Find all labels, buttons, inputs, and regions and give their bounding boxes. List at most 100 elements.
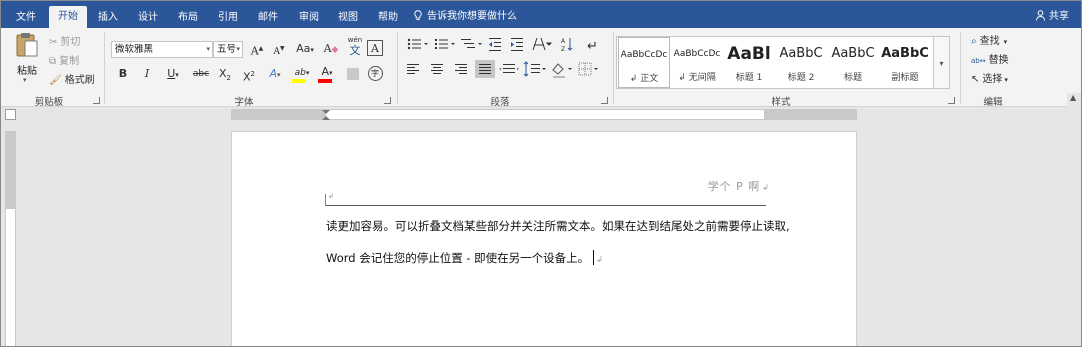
strikethrough-icon[interactable]: abc [189, 65, 213, 83]
text-effects-icon[interactable]: A▾ [263, 65, 287, 83]
font-name-value: 微软雅黑 [115, 44, 154, 55]
ruler-left-margin [232, 110, 326, 119]
style-sample: AaBbCcDc [620, 50, 668, 60]
subscript-icon[interactable]: X2 [215, 65, 235, 83]
paste-button[interactable]: 粘贴 ▾ [9, 32, 45, 84]
first-line-indent-marker[interactable] [322, 110, 330, 114]
shrink-font-icon[interactable]: A▼ [269, 40, 289, 58]
align-right-icon[interactable] [455, 64, 467, 74]
increase-indent-icon[interactable] [511, 38, 523, 51]
style-heading-1[interactable]: AaBl 标题 1 [723, 37, 775, 88]
tab-references[interactable]: 引用 [211, 7, 245, 28]
tab-selector[interactable] [5, 109, 16, 120]
person-icon [1036, 10, 1045, 21]
show-marks-icon[interactable]: ↵ [587, 39, 598, 54]
superscript-icon[interactable]: X2 [239, 65, 259, 84]
sort-icon[interactable]: AZ [561, 38, 573, 53]
character-border-icon[interactable]: A [367, 40, 383, 56]
word-window: 文件 开始 插入 设计 布局 引用 邮件 审阅 视图 帮助 告诉我你想要做什么 … [0, 0, 1082, 347]
subscript-glyph: X [218, 67, 227, 80]
paragraph-controls: AZ ↵ [407, 37, 598, 78]
body-line-1[interactable]: 读更加容易。可以折叠文档某些部分并关注所需文本。如果在达到结尾处之前需要停止读取… [326, 218, 790, 234]
tab-design[interactable]: 设计 [131, 7, 165, 28]
grow-font-glyph: A [250, 44, 259, 58]
align-left-icon[interactable] [407, 64, 419, 74]
select-button[interactable]: ↖ 选择 ▾ [971, 71, 1008, 89]
italic-icon[interactable]: I [137, 65, 157, 83]
bullets-icon[interactable] [407, 38, 428, 50]
search-icon: ⌕ [971, 36, 977, 47]
underline-icon[interactable]: U▾ [159, 65, 187, 83]
style-subtitle[interactable]: AaBbC 副标题 [879, 37, 931, 88]
shading-icon[interactable] [343, 65, 363, 83]
cut-button[interactable]: ✂ 剪切 [49, 34, 80, 52]
grow-font-icon[interactable]: A▲ [247, 40, 267, 58]
distributed-icon[interactable] [499, 64, 519, 73]
style-no-spacing[interactable]: AaBbCcDc ↲ 无间隔 [671, 37, 723, 88]
styles-launcher-icon[interactable] [948, 97, 955, 104]
style-sample: AaBbCcDc [673, 49, 721, 59]
font-color-icon[interactable]: A▾ [315, 63, 339, 83]
copy-button[interactable]: ⧉ 复制 [49, 53, 79, 71]
paragraph-mark-icon: ↲ [596, 255, 603, 264]
tab-view[interactable]: 视图 [331, 7, 365, 28]
tab-review[interactable]: 审阅 [292, 7, 326, 28]
lightbulb-icon [414, 10, 422, 21]
share-button[interactable]: 共享 [1036, 7, 1069, 27]
hanging-indent-marker[interactable] [322, 116, 330, 120]
asian-layout-icon[interactable] [532, 37, 553, 51]
tab-help[interactable]: 帮助 [371, 7, 405, 28]
tab-layout[interactable]: 布局 [171, 7, 205, 28]
styles-more-icon[interactable]: ▾ [934, 36, 950, 89]
enclose-characters-icon[interactable]: 字 [365, 64, 385, 82]
phonetic-guide-icon[interactable]: wén 文 [345, 36, 365, 60]
style-normal[interactable]: AaBbCcDc ↲ 正文 [618, 37, 670, 88]
highlight-icon[interactable]: ab▾ [289, 63, 315, 83]
numbering-icon[interactable] [435, 39, 455, 49]
paint-bucket-icon[interactable] [552, 63, 572, 78]
find-label: 查找 [979, 36, 1000, 47]
select-label: 选择 [982, 74, 1003, 85]
clipboard-launcher-icon[interactable] [93, 97, 100, 104]
tab-home[interactable]: 开始 [49, 6, 87, 28]
chevron-down-icon: ▾ [236, 45, 240, 53]
justify-icon[interactable] [475, 60, 495, 78]
editing-group-label: 编辑 [983, 97, 1003, 108]
clipboard-icon [16, 33, 38, 57]
header-text[interactable]: 学个 P 啊 ↲ [708, 178, 770, 194]
style-sample: AaBl [727, 44, 771, 64]
header-border-line [326, 205, 766, 206]
borders-icon[interactable] [578, 62, 598, 76]
style-heading-2[interactable]: AaBbC 标题 2 [775, 37, 827, 88]
vertical-scrollbar[interactable]: ▲ [1067, 93, 1081, 346]
decrease-indent-icon[interactable] [489, 38, 501, 51]
tell-me-box[interactable]: 告诉我你想要做什么 [413, 7, 517, 27]
scroll-up-icon[interactable]: ▲ [1070, 93, 1076, 102]
superscript-glyph: X [242, 70, 251, 84]
font-size-combo[interactable]: 五号 ▾ [213, 41, 243, 58]
paragraph-launcher-icon[interactable] [601, 97, 608, 104]
style-title[interactable]: AaBbC 标题 [827, 37, 879, 88]
font-name-combo[interactable]: 微软雅黑 ▾ [111, 41, 213, 58]
phonetic-char: 文 [349, 44, 361, 57]
body-line-2[interactable]: Word 会记住您的停止位置 - 即使在另一个设备上。 ↲ [326, 250, 603, 266]
clear-formatting-icon[interactable]: A◆ [321, 40, 341, 58]
paintbrush-icon: 🖌 [49, 75, 62, 86]
align-center-icon[interactable] [431, 64, 443, 74]
multilevel-list-icon[interactable] [461, 39, 482, 48]
tab-insert[interactable]: 插入 [91, 7, 125, 28]
horizontal-ruler[interactable] [231, 109, 857, 120]
format-painter-button[interactable]: 🖌 格式刷 [49, 72, 95, 90]
find-button[interactable]: ⌕ 查找 ▾ [971, 33, 1007, 51]
vertical-ruler[interactable] [5, 131, 16, 346]
line-spacing-icon[interactable] [523, 61, 546, 77]
tell-me-text: 告诉我你想要做什么 [427, 11, 517, 22]
tab-file[interactable]: 文件 [9, 7, 43, 28]
bold-icon[interactable]: B [113, 65, 133, 83]
tab-mailings[interactable]: 邮件 [251, 7, 285, 28]
change-case-icon[interactable]: Aa▾ [293, 40, 317, 58]
document-page[interactable]: 学个 P 啊 ↲ ↲ 读更加容易。可以折叠文档某些部分并关注所需文本。如果在达到结… [231, 131, 857, 346]
replace-button[interactable]: ab↔ 替换 [971, 52, 1009, 70]
ruler-top-margin [6, 132, 15, 209]
font-launcher-icon[interactable] [384, 97, 391, 104]
